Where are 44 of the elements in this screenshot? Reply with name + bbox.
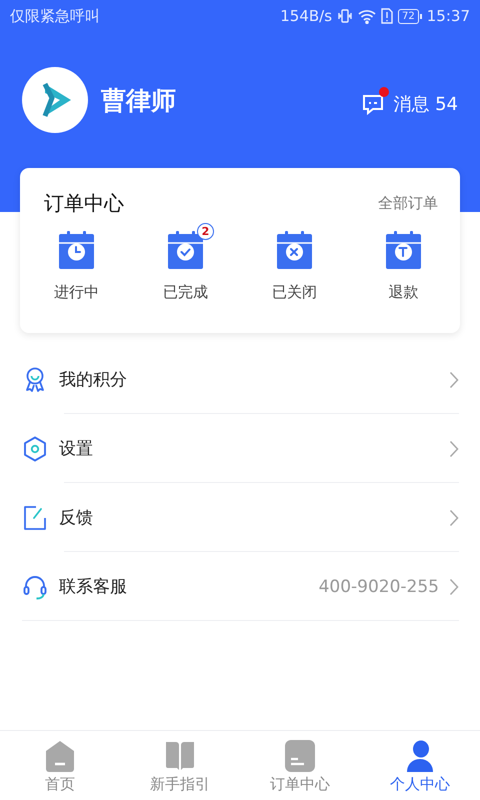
settings-icon (22, 436, 48, 462)
section-title: 订单中心 (44, 190, 124, 217)
menu-item[interactable]: 设置 (22, 414, 459, 483)
messages-button[interactable]: 消息 54 (361, 84, 458, 116)
headset-icon (22, 574, 48, 600)
calendar-icon (277, 231, 312, 269)
menu-item[interactable]: 我的积分 (22, 345, 459, 414)
tab[interactable]: 首页 (0, 731, 120, 800)
calendar-icon (168, 231, 203, 269)
order-status-button[interactable]: 进行中 (22, 221, 131, 302)
book-icon (164, 740, 196, 772)
order-status-button[interactable]: 2 已完成 (131, 221, 240, 302)
tab[interactable]: 订单中心 (240, 731, 360, 800)
menu-label: 我的积分 (59, 369, 127, 391)
menu-label: 联系客服 (59, 576, 127, 598)
chevron-right-icon (449, 370, 459, 388)
edit-icon (22, 504, 48, 530)
menu-label: 设置 (59, 438, 93, 460)
clock-time: 15:37 (426, 7, 470, 25)
order-status-button[interactable]: 已关闭 (240, 221, 349, 302)
battery-icon: 72 (398, 8, 422, 24)
count-badge: 2 (197, 223, 214, 240)
user-name: 曹律师 (101, 84, 176, 116)
person-icon (405, 740, 435, 772)
phone-number: 400-9020-255 (318, 576, 439, 596)
wifi-icon (358, 8, 376, 24)
menu-item[interactable]: 反馈 (22, 483, 459, 552)
home-icon (45, 740, 75, 772)
chevron-right-icon (449, 440, 459, 458)
chevron-right-icon (449, 508, 459, 526)
sim-alert-icon (381, 8, 394, 24)
tab[interactable]: 个人中心 (360, 731, 480, 800)
calendar-icon (386, 231, 421, 269)
menu-item[interactable]: 联系客服 400-9020-255 (22, 552, 459, 621)
order-status-button[interactable]: 退款 (349, 221, 458, 302)
tab[interactable]: 新手指引 (120, 731, 240, 800)
document-icon (285, 740, 315, 772)
vibrate-icon (337, 8, 354, 24)
chevron-right-icon (449, 578, 459, 596)
network-speed: 154B/s (280, 7, 332, 25)
menu-label: 反馈 (59, 507, 93, 529)
calendar-icon (59, 231, 94, 269)
carrier-text: 仅限紧急呼叫 (10, 6, 100, 26)
all-orders-link[interactable]: 全部订单 (378, 194, 438, 213)
